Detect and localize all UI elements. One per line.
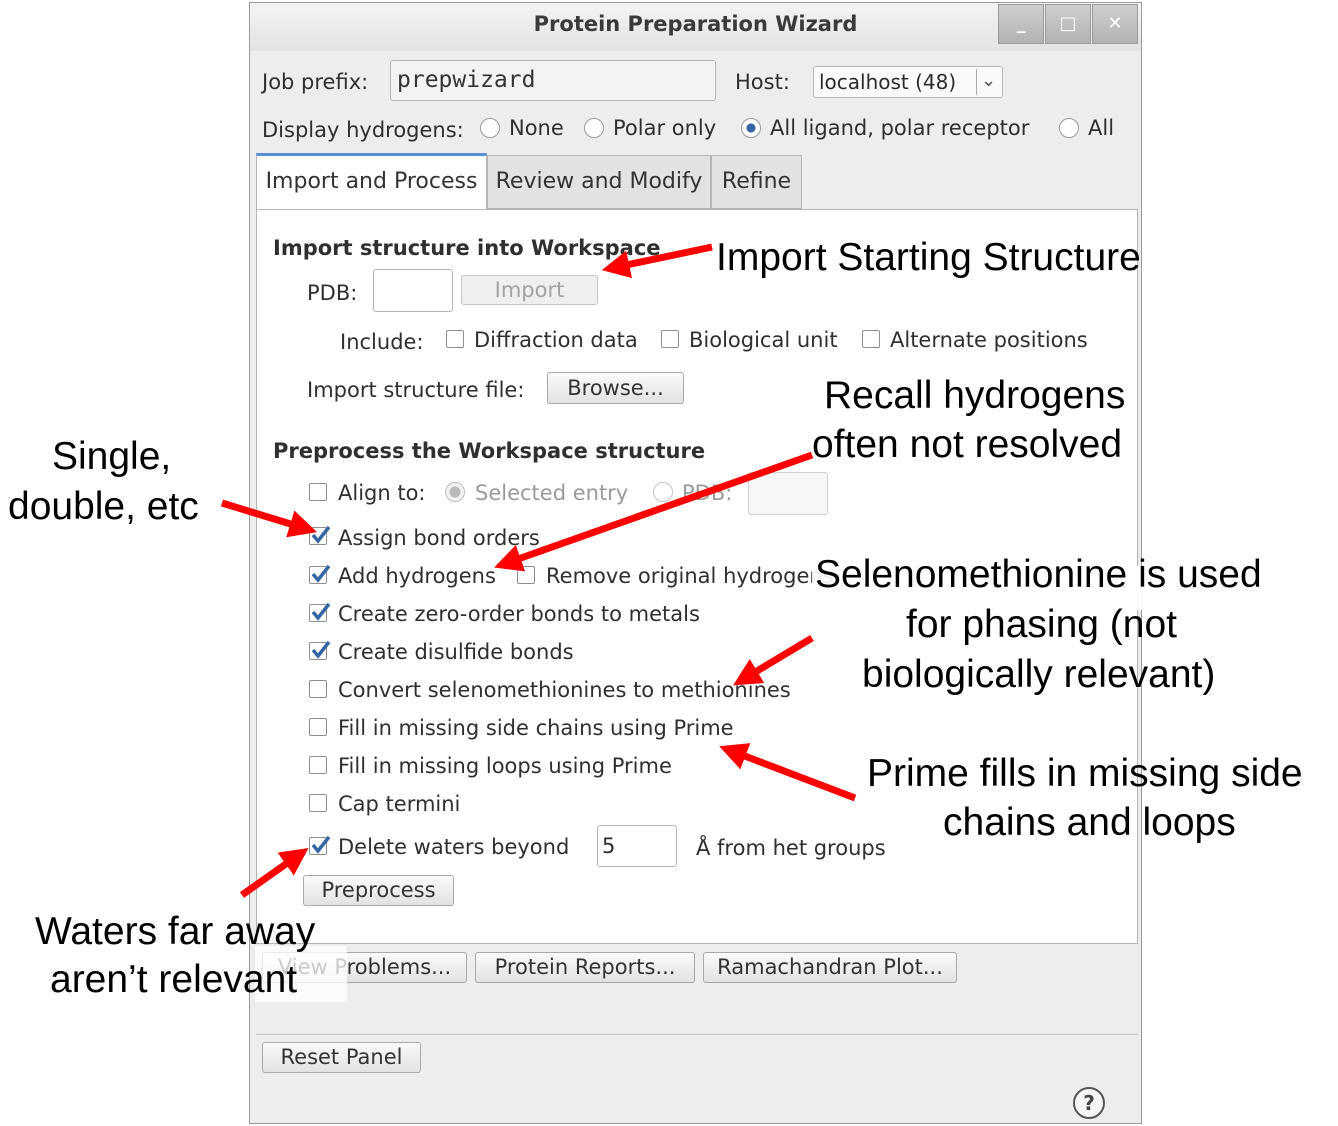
annotation-selenomet-2: for phasing (not	[906, 603, 1178, 646]
annotation-prime-1: Prime fills in missing side	[867, 752, 1303, 795]
annotation-recall-h-1: Recall hydrogens	[824, 374, 1126, 417]
arrow-import	[601, 243, 713, 279]
annotation-waters-1: Waters far away	[35, 910, 316, 953]
annotation-single-1: Single,	[52, 435, 172, 478]
annotation-prime-2: chains and loops	[943, 801, 1236, 844]
arrow-waters	[239, 847, 309, 898]
annotation-import-starting: Import Starting Structure	[716, 236, 1141, 279]
annotation-recall-h-2: often not resolved	[812, 423, 1123, 466]
arrow-hydrogens	[494, 451, 814, 572]
arrow-selenomet	[732, 634, 814, 686]
annotation-waters-2: aren’t relevant	[50, 958, 298, 1001]
arrow-prime	[719, 743, 857, 802]
arrow-bond-orders	[220, 499, 318, 538]
annotation-single-2: double, etc	[8, 485, 199, 528]
annotation-selenomet-3: biologically relevant)	[862, 653, 1216, 696]
annotation-selenomet-1: Selenomethionine is used	[815, 553, 1262, 596]
